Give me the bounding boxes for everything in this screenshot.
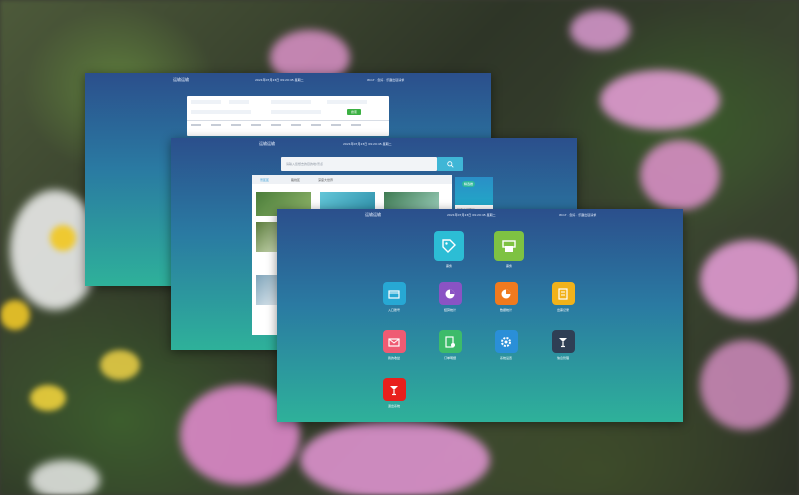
app-order-detail[interactable]: 订单明细 [430, 330, 470, 360]
app-statistics[interactable]: 数据统计 [486, 282, 526, 312]
app-account[interactable]: 入口账号 [374, 282, 414, 312]
pie-chart-icon [494, 282, 518, 305]
app-label: 系统设置 [499, 356, 512, 360]
gear-icon [494, 330, 518, 353]
search-button[interactable] [437, 157, 463, 171]
tab-attractions[interactable]: 景区区 [260, 178, 269, 182]
app-info-manage[interactable]: 信息管理 [543, 330, 583, 360]
search-icon [446, 160, 454, 168]
tag-icon [434, 231, 464, 261]
app-label: 数据统计 [499, 308, 512, 312]
app-label: 信息管理 [556, 356, 569, 360]
app-settlement[interactable]: 结算统计 [430, 282, 470, 312]
window-middle-topbar: 运输运输 2021年07月23日 09:20:45 星期二 [171, 138, 577, 150]
destination-search-input[interactable]: 请输入您想去的目的地/景点 [281, 157, 437, 171]
type-select[interactable] [327, 100, 367, 104]
app-logout[interactable]: 退出系统 [374, 378, 414, 408]
cocktail-icon [551, 330, 575, 353]
tab-world[interactable]: 深度大世界 [318, 178, 333, 182]
app-label: 票务 [505, 264, 512, 268]
origin-field[interactable] [271, 100, 311, 104]
tab-routes[interactable]: 路线区 [291, 178, 300, 182]
document-icon [551, 282, 575, 305]
app-label: 结算统计 [443, 308, 456, 312]
window-back-datetime: 2021年07月23日 09:20:45 星期二 [255, 78, 304, 82]
app-label: 入口账号 [387, 308, 400, 312]
wallet-icon [382, 282, 406, 305]
ticket-printer-icon [494, 231, 524, 261]
app-grid: 票务 票务 入口账号 结算统计 数据统计 出票记录 我的收益 订单明细 系统设置… [277, 209, 683, 422]
app-system-settings[interactable]: 系统设置 [486, 330, 526, 360]
window-back-title: 运输运输 [173, 77, 189, 82]
tab-bar: 景区区 路线区 深度大世界 [252, 175, 452, 184]
featured-badge: 精选推 [462, 181, 476, 187]
attraction-photo-lake[interactable] [256, 222, 278, 252]
app-ticket-printer[interactable]: 票务 [489, 231, 529, 268]
app-ticket-records[interactable]: 出票记录 [543, 282, 583, 312]
pie-chart-icon [438, 282, 462, 305]
app-ticket-tag[interactable]: 票务 [429, 231, 469, 268]
route-field[interactable] [191, 110, 251, 114]
destination-field[interactable] [271, 110, 321, 114]
featured-banner[interactable]: 精选推 [455, 177, 493, 205]
app-label: 退出系统 [387, 404, 400, 408]
app-label: 票务 [445, 264, 452, 268]
app-label: 出票记录 [556, 308, 569, 312]
window-middle-title: 运输运输 [259, 141, 275, 146]
mail-icon [382, 330, 406, 353]
cocktail-icon [382, 378, 406, 401]
app-label: 订单明细 [443, 356, 456, 360]
window-middle-datetime: 2021年07月23日 09:20:45 星期二 [343, 142, 392, 146]
window-back-topbar: 运输运输 2021年07月23日 09:20:45 星期二 Win7 · 您好 … [85, 73, 491, 87]
search-form-panel: 搜索 [187, 96, 389, 136]
date-start-field[interactable] [191, 100, 221, 104]
app-label: 我的收益 [387, 356, 400, 360]
table-header-row [191, 124, 371, 126]
search-placeholder: 请输入您想去的目的地/景点 [286, 162, 324, 166]
window-front: 运输运输 2021年07月23日 09:20:45 星期二 Win7 · 您好 … [277, 209, 683, 422]
document-gear-icon [438, 330, 462, 353]
divider [187, 120, 389, 121]
app-earnings[interactable]: 我的收益 [374, 330, 414, 360]
window-back-user: Win7 · 您好 · 乐趣出链请求 [367, 78, 405, 82]
attraction-photo-tower[interactable] [256, 275, 278, 305]
search-button[interactable]: 搜索 [347, 109, 361, 115]
date-end-field[interactable] [229, 100, 249, 104]
